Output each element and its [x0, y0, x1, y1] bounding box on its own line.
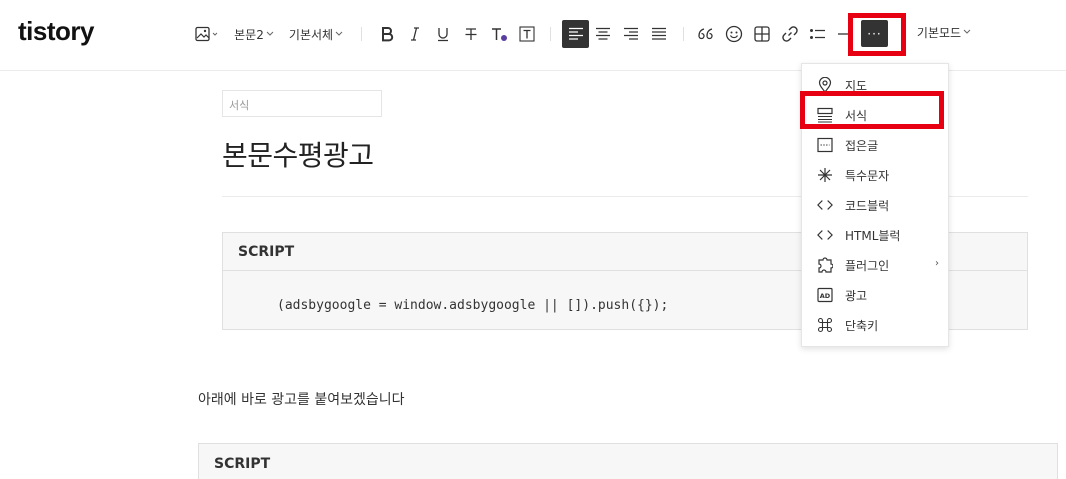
quote-icon [698, 28, 713, 40]
chevron-down-icon [963, 29, 971, 34]
post-title[interactable]: 본문수평광고 [222, 134, 374, 174]
text-color-icon [492, 28, 507, 41]
smiley-icon [725, 25, 743, 43]
image-icon [195, 26, 218, 42]
menu-item-special-char[interactable]: 특수문자 [802, 160, 948, 190]
menu-item-label: 코드블럭 [845, 198, 890, 213]
menu-item-label: 특수문자 [845, 168, 890, 183]
menu-item-plugin[interactable]: 플러그인 › [802, 250, 948, 280]
text-color-button[interactable] [487, 20, 511, 48]
link-button[interactable] [778, 20, 802, 48]
html-icon [817, 227, 833, 243]
chevron-right-icon: › [935, 258, 939, 269]
code-block-header: SCRIPT [214, 456, 271, 472]
emoticon-button[interactable] [722, 20, 746, 48]
svg-text:AD: AD [820, 292, 831, 300]
bullet-list-button[interactable] [806, 20, 830, 48]
command-icon [817, 317, 833, 333]
toolbar-divider [550, 27, 551, 41]
menu-item-label: 단축키 [845, 318, 879, 333]
highlight-box-more-button [848, 13, 906, 56]
bold-icon [382, 27, 394, 42]
link-icon [782, 26, 798, 42]
align-justify-icon [652, 27, 666, 40]
horizontal-line-icon [838, 33, 848, 35]
special-char-icon [817, 167, 833, 183]
code-block[interactable]: SCRIPT [198, 443, 1058, 479]
bold-button[interactable] [375, 20, 399, 48]
menu-item-shortcuts[interactable]: 단축키 [802, 310, 948, 340]
underline-icon [438, 28, 448, 42]
menu-item-html-block[interactable]: HTML블럭 [802, 220, 948, 250]
background-color-button[interactable] [515, 20, 539, 48]
category-placeholder: 서식 [229, 99, 250, 112]
menu-item-label: 광고 [845, 288, 868, 303]
align-right-icon [624, 27, 638, 40]
bullet-list-icon [810, 29, 825, 39]
font-family-value: 기본서체 [288, 27, 334, 42]
menu-item-label: 접은글 [845, 138, 879, 153]
table-button[interactable] [750, 20, 774, 48]
menu-item-label: HTML블럭 [845, 228, 901, 243]
align-center-icon [596, 27, 610, 40]
paragraph-style-dropdown[interactable]: 본문2 [232, 20, 276, 48]
italic-icon [411, 27, 419, 41]
plugin-icon [817, 257, 833, 273]
strikethrough-icon [465, 28, 477, 40]
insert-image-button[interactable] [193, 20, 221, 48]
menu-item-code-block[interactable]: 코드블럭 [802, 190, 948, 220]
editor-mode-dropdown[interactable]: 기본모드 [915, 18, 973, 46]
editor-mode-value: 기본모드 [916, 25, 962, 40]
align-left-icon [568, 27, 583, 40]
editor-toolbar: tistory 본문2 기본서체 ··· 기본모드 [0, 0, 1066, 71]
text-background-icon [519, 26, 535, 42]
toolbar-divider [683, 27, 684, 41]
highlight-box-template-item [800, 91, 944, 129]
toolbar-divider [361, 27, 362, 41]
strikethrough-button[interactable] [459, 20, 483, 48]
quote-button[interactable] [694, 20, 718, 48]
align-right-button[interactable] [619, 20, 643, 48]
menu-item-ad[interactable]: AD 광고 [802, 280, 948, 310]
align-left-button[interactable] [562, 20, 589, 48]
align-justify-button[interactable] [647, 20, 671, 48]
menu-item-fold[interactable]: 접은글 [802, 130, 948, 160]
code-icon [817, 197, 833, 213]
paragraph-style-value: 본문2 [234, 27, 264, 42]
align-center-button[interactable] [591, 20, 615, 48]
italic-button[interactable] [403, 20, 427, 48]
menu-item-label: 플러그인 [845, 258, 890, 273]
font-family-dropdown[interactable]: 기본서체 [287, 20, 345, 48]
tistory-logo[interactable]: tistory [18, 16, 94, 47]
ad-icon: AD [817, 287, 833, 303]
fold-icon [817, 137, 833, 153]
underline-button[interactable] [431, 20, 455, 48]
chevron-down-icon [335, 31, 343, 36]
table-icon [754, 26, 770, 42]
body-paragraph[interactable]: 아래에 바로 광고를 붙여보겠습니다 [198, 389, 405, 409]
category-select[interactable]: 서식 [222, 90, 382, 117]
chevron-down-icon [266, 31, 274, 36]
